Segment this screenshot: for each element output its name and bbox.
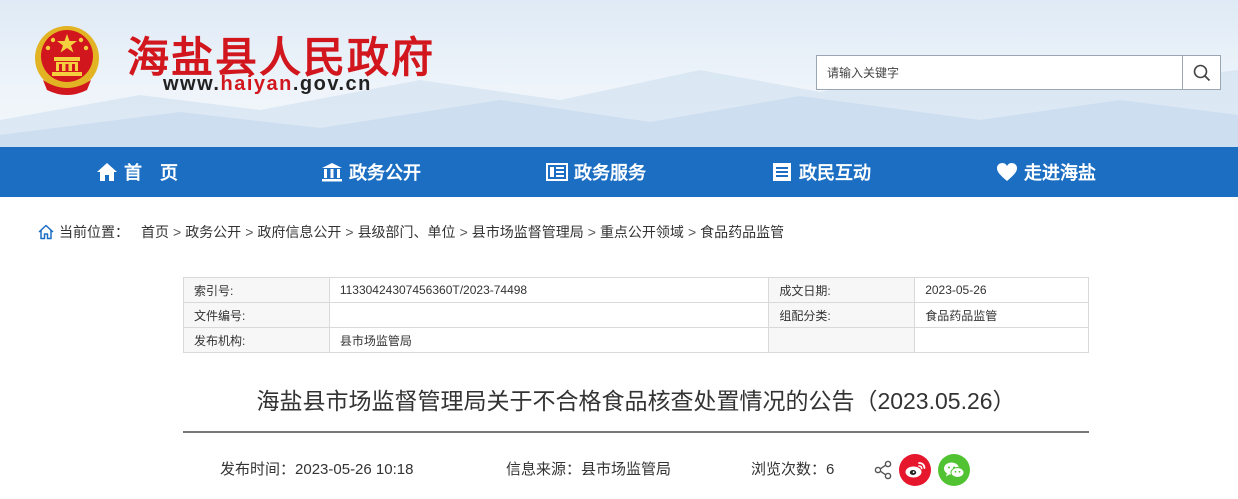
nav-label: 政务服务 — [574, 163, 646, 183]
nav-label: 政民互动 — [799, 163, 871, 183]
site-url-prefix: www. — [163, 73, 221, 95]
breadcrumb-separator: > — [173, 224, 182, 240]
weibo-icon — [905, 462, 926, 478]
site-url-suffix: .gov.cn — [292, 73, 372, 95]
breadcrumb-separator: > — [587, 224, 596, 240]
meta-date-label: 成文日期: — [768, 277, 916, 303]
site-header: 海盐县人民政府 www.haiyan.gov.cn — [0, 0, 1238, 147]
share-icon — [874, 460, 892, 480]
meta-date-value: 2023-05-26 — [914, 277, 1089, 303]
nav-label: 首 页 — [124, 163, 178, 183]
info-source-label: 信息来源： — [506, 461, 582, 478]
search-button[interactable] — [1182, 56, 1220, 89]
publish-time-value: 2023-05-26 10:18 — [295, 461, 414, 478]
national-emblem-icon — [35, 26, 99, 95]
document-meta-table: 索引号: 11330424307456360T/2023-74498 成文日期:… — [183, 277, 1089, 353]
breadcrumb-item-home[interactable]: 首页 — [141, 222, 169, 242]
nav-item-gov-service[interactable]: 政务服务 — [546, 147, 646, 197]
meta-index-value: 11330424307456360T/2023-74498 — [328, 277, 770, 303]
info-source: 信息来源：县市场监管局 — [506, 458, 671, 479]
nav-label: 走进海盐 — [1024, 163, 1096, 183]
meta-category-label: 组配分类: — [768, 302, 916, 328]
title-divider — [183, 431, 1089, 433]
wechat-icon — [944, 462, 965, 478]
meta-category-value: 食品药品监管 — [914, 302, 1089, 328]
publish-time-label: 发布时间： — [220, 461, 296, 478]
share-weibo-button[interactable] — [899, 454, 931, 486]
meta-docno-value — [328, 302, 770, 328]
nav-label: 政务公开 — [349, 163, 421, 183]
info-source-value: 县市场监管局 — [581, 461, 672, 478]
breadcrumb-separator: > — [245, 224, 254, 240]
breadcrumb-item-info-disclosure[interactable]: 政府信息公开 — [257, 222, 341, 242]
breadcrumb-item-gov-affairs[interactable]: 政务公开 — [185, 222, 241, 242]
nav-item-home[interactable]: 首 页 — [96, 147, 178, 197]
search-box — [816, 55, 1221, 90]
breadcrumb-item-market-bureau[interactable]: 县市场监督管理局 — [472, 222, 584, 242]
meta-index-label: 索引号: — [183, 277, 330, 303]
list-icon — [771, 161, 793, 183]
breadcrumb-item-departments[interactable]: 县级部门、单位 — [358, 222, 456, 242]
nav-item-interaction[interactable]: 政民互动 — [771, 147, 871, 197]
meta-row: 发布机构: 县市场监管局 — [183, 327, 1089, 353]
home-outline-icon — [38, 224, 54, 240]
share-wechat-button[interactable] — [938, 454, 970, 486]
meta-row: 索引号: 11330424307456360T/2023-74498 成文日期:… — [183, 277, 1089, 303]
meta-empty-cell — [914, 327, 1089, 353]
meta-docno-label: 文件编号: — [183, 302, 330, 328]
home-icon — [96, 161, 118, 183]
site-url: www.haiyan.gov.cn — [163, 73, 372, 96]
site-url-highlight: haiyan — [220, 73, 293, 95]
publish-time: 发布时间：2023-05-26 10:18 — [220, 458, 413, 479]
meta-publisher-label: 发布机构: — [183, 327, 330, 353]
breadcrumb-separator: > — [687, 224, 697, 240]
nav-item-gov-affairs[interactable]: 政务公开 — [321, 147, 421, 197]
breadcrumb-item-food-drug[interactable]: 食品药品监管 — [700, 222, 784, 242]
view-count-label: 浏览次数： — [751, 461, 827, 478]
heart-icon — [996, 161, 1018, 183]
breadcrumb-lead: 当前位置： — [59, 224, 129, 240]
view-count-value: 6 — [826, 461, 835, 478]
breadcrumb-separator: > — [345, 224, 354, 240]
breadcrumb: 当前位置： 首页 > 政务公开 > 政府信息公开 > 县级部门、单位 > 县市场… — [37, 222, 784, 242]
breadcrumb-item-key-areas[interactable]: 重点公开领域 — [600, 222, 684, 242]
search-icon — [1193, 64, 1210, 81]
building-icon — [321, 161, 343, 183]
service-icon — [546, 161, 568, 183]
view-count: 浏览次数：6 — [751, 458, 834, 479]
meta-row: 文件编号: 组配分类: 食品药品监管 — [183, 302, 1089, 328]
breadcrumb-separator: > — [459, 224, 468, 240]
meta-publisher-value: 县市场监管局 — [328, 327, 770, 353]
search-input[interactable] — [817, 56, 1182, 89]
meta-empty-cell — [768, 327, 916, 353]
article-title: 海盐县市场监督管理局关于不合格食品核查处置情况的公告（2023.05.26） — [256, 388, 1016, 414]
main-nav: 首 页 政务公开 政务服务 政民互动 走进海盐 — [0, 147, 1238, 197]
nav-item-about-haiyan[interactable]: 走进海盐 — [996, 147, 1096, 197]
